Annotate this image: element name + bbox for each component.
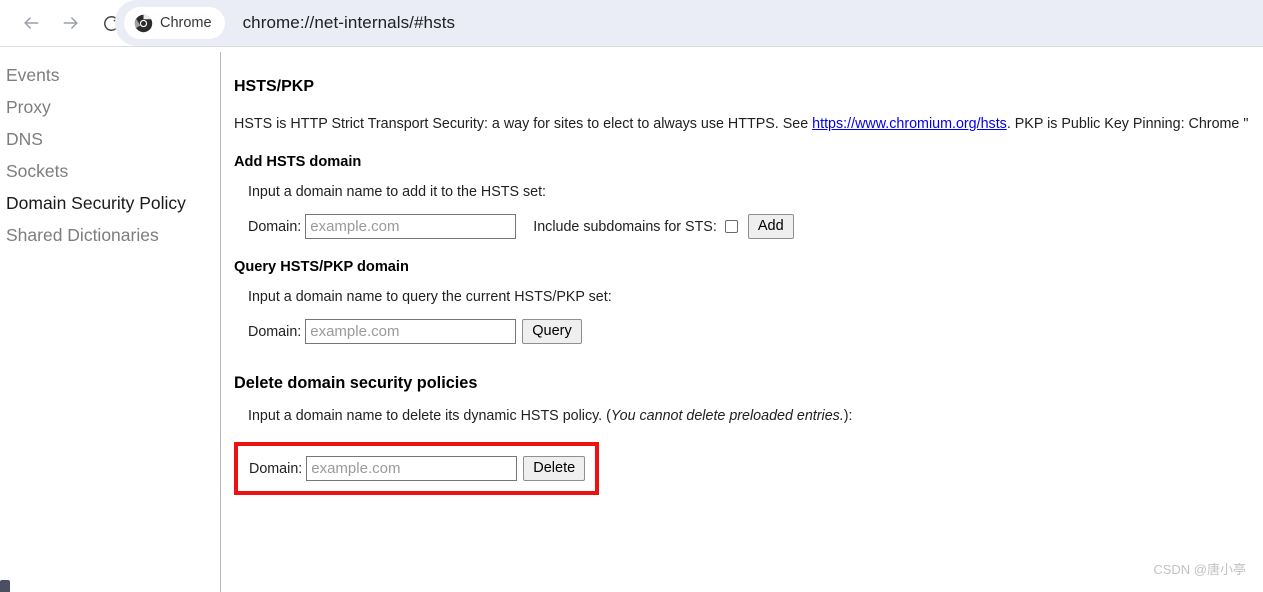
chrome-logo-icon [134,14,153,33]
delete-policies-hint: Input a domain name to delete its dynami… [248,407,1263,425]
delete-policies-heading: Delete domain security policies [234,374,478,392]
query-hsts-section: Query HSTS/PKP domain Input a domain nam… [234,258,1263,344]
browser-toolbar: Chrome chrome://net-internals/#hsts [0,0,1263,46]
add-hsts-form-row: Domain: Include subdomains for STS: Add [248,214,1263,239]
delete-hint-italic: You cannot delete preloaded entries. [610,408,844,424]
add-hsts-section: Add HSTS domain Input a domain name to a… [234,153,1263,239]
back-button[interactable] [14,6,48,40]
query-hsts-heading: Query HSTS/PKP domain [234,259,409,275]
add-domain-input[interactable] [305,214,517,239]
chrome-chip[interactable]: Chrome [124,7,225,39]
main-content: HSTS/PKP HSTS is HTTP Strict Transport S… [221,47,1263,592]
delete-row-highlight-box: Domain: Delete [234,442,600,495]
intro-text-before-link: HSTS is HTTP Strict Transport Security: … [234,116,813,132]
corner-stub [0,580,10,592]
intro-paragraph: HSTS is HTTP Strict Transport Security: … [234,114,1263,134]
query-button[interactable]: Query [522,319,582,344]
query-domain-input[interactable] [305,319,517,344]
delete-hint-suffix: ): [843,408,853,424]
chromium-hsts-link[interactable]: https://www.chromium.org/hsts [812,116,1007,132]
add-domain-label: Domain: [248,218,302,235]
sidebar-item-events[interactable]: Events [0,59,221,91]
delete-domain-label: Domain: [249,460,303,477]
delete-form-row: Domain: Delete [249,456,586,481]
omnibox[interactable]: Chrome chrome://net-internals/#hsts [115,0,1263,46]
add-hsts-heading: Add HSTS domain [234,154,362,170]
delete-hint-prefix: Input a domain name to delete its dynami… [248,408,611,424]
sidebar-item-proxy[interactable]: Proxy [0,91,221,123]
query-hsts-hint: Input a domain name to query the current… [248,289,612,305]
page-title: HSTS/PKP [234,78,315,95]
add-button[interactable]: Add [747,214,794,239]
delete-domain-input[interactable] [306,456,518,481]
sidebar: Events Proxy DNS Sockets Domain Security… [0,47,221,592]
watermark: CSDN @唐小亭 [1153,562,1246,577]
omnibox-url-text[interactable]: chrome://net-internals/#hsts [243,13,456,33]
sidebar-item-shared-dictionaries[interactable]: Shared Dictionaries [0,219,221,251]
forward-button[interactable] [54,6,88,40]
chrome-chip-label: Chrome [160,15,212,31]
add-hsts-hint: Input a domain name to add it to the HST… [248,184,547,200]
delete-button[interactable]: Delete [523,456,586,481]
include-subdomains-checkbox[interactable] [724,220,738,233]
intro-text-after-link: . PKP is Public Key Pinning: Chrome " [1006,116,1249,132]
sidebar-item-domain-security-policy[interactable]: Domain Security Policy [0,187,221,219]
delete-policies-section: Delete domain security policies Input a … [234,374,1263,495]
query-hsts-form-row: Domain: Query [248,319,1263,344]
include-subdomains-label: Include subdomains for STS: [533,218,717,235]
query-domain-label: Domain: [248,323,302,340]
forward-arrow-icon [61,13,81,33]
sidebar-item-dns[interactable]: DNS [0,123,221,155]
page-body: Events Proxy DNS Sockets Domain Security… [0,47,1263,592]
back-arrow-icon [21,13,41,33]
sidebar-item-sockets[interactable]: Sockets [0,155,221,187]
